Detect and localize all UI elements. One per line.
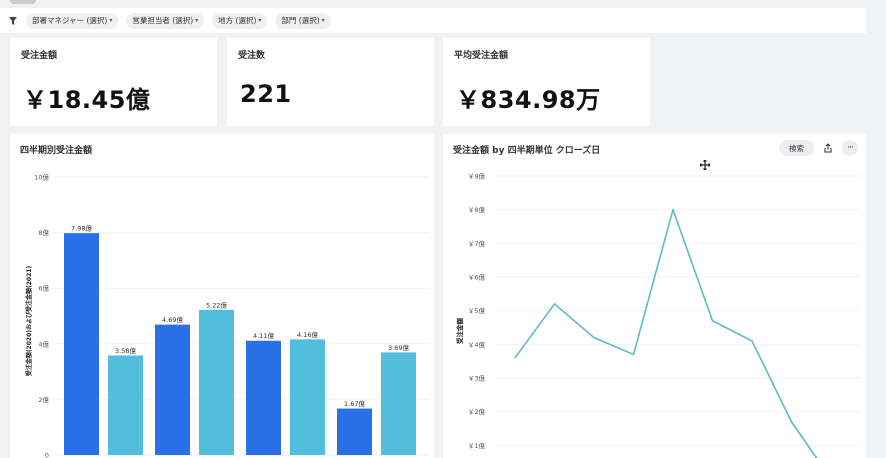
bar-data-label: 7.98億 [71,224,92,233]
line-point [751,340,753,342]
y-tick-label: ￥7億 [468,239,486,248]
kpi-card-order-count: 受注数 221 [227,38,434,126]
bar [199,309,234,455]
kpi-value: 221 [240,80,292,108]
filter-chip-sales-rep[interactable]: 営業担当者 (選択) ▾ [126,12,205,29]
y-tick-label: ￥2億 [468,407,486,416]
filter-icon[interactable] [8,16,18,26]
bar-data-label: 3.58億 [115,346,136,355]
line-point [711,319,714,322]
kpi-card-average-amount: 平均受注金額 ￥834.98万 [443,38,650,126]
y-tick-label: ￥4億 [468,340,486,349]
y-axis-label: 受注金額 [455,318,464,345]
kpi-card-order-amount: 受注金額 ￥18.45億 [10,38,217,126]
line-point [632,353,635,356]
kpi-value: ￥834.98万 [456,86,601,114]
bar-chart: 0 2億 4億 6億 8億 10億受注金額(2020)および受注金額(2021) 7.98億… [25,173,430,458]
y-tick-label: 10億 [34,173,49,182]
y-tick-label: ￥9億 [468,172,486,181]
line-chart: ￥1億 ￥2億 ￥3億 ￥4億 ￥5億 ￥6億 ￥7億 ￥8億 ￥9億受注金額 [455,172,861,458]
filter-chip-manager[interactable]: 部署マネジャー (選択) ▾ [26,12,119,29]
kpi-title: 受注金額 [21,51,58,61]
y-tick-label: ￥5億 [468,306,486,315]
kpi-title: 平均受注金額 [454,51,509,61]
bar [64,233,99,455]
bar-data-label: 3.69億 [388,343,409,352]
y-tick-label: ￥6億 [468,273,486,282]
bar [290,339,325,455]
line-chart-panel: 受注金額 by 四半期単位 クローズ日 検索 ··· ￥1億 ￥2億 ￥3億 ￥4億 ￥… [443,134,866,458]
bar [108,355,143,455]
y-tick-label: ￥3億 [468,374,486,383]
bar [246,340,281,455]
series-line [514,208,818,458]
y-tick-label: 6億 [38,284,49,293]
bar-data-label: 5.22億 [206,300,227,309]
move-cursor-icon [699,155,711,171]
filter-chip-region[interactable]: 地方 (選択) ▾ [212,12,268,29]
line-point [672,208,674,211]
chevron-down-icon: ▾ [109,17,113,24]
bar [155,324,190,455]
line-point [593,336,595,339]
bar-data-label: 4.16億 [297,330,318,339]
chevron-down-icon: ▾ [321,17,325,24]
chevron-down-icon: ▾ [258,17,262,24]
bar [381,352,416,455]
kpi-value: ￥18.45億 [23,86,151,114]
y-tick-label: ￥1億 [468,441,486,450]
y-tick-label: 2億 [38,395,49,404]
kpi-title: 受注数 [238,51,266,61]
bar-data-label: 4.11億 [253,331,274,340]
y-axis-label: 受注金額(2020)および受注金額(2021) [25,266,33,377]
filter-chip-department[interactable]: 部門 (選択) ▾ [275,12,331,29]
y-tick-label: ￥8億 [468,205,486,214]
line-point [514,357,516,359]
filter-bar: 部署マネジャー (選択) ▾ 営業担当者 (選択) ▾ 地方 (選択) ▾ 部門 (選… [0,8,866,33]
header-stub [10,0,36,4]
bar-data-label: 1.67億 [344,399,365,408]
bar [337,408,372,455]
y-tick-label: 8億 [38,228,49,237]
line-point [553,303,556,305]
bar-chart-panel: 四半期別受注金額 0 2億 4億 6億 8億 10億 受注金額(2020)および受注金額(2… [10,134,434,458]
chevron-down-icon: ▾ [195,17,199,24]
line-point [790,420,793,423]
y-tick-label: 4億 [38,339,49,348]
bar-data-label: 4.69億 [162,315,183,324]
y-tick-label: 0 [45,452,49,458]
